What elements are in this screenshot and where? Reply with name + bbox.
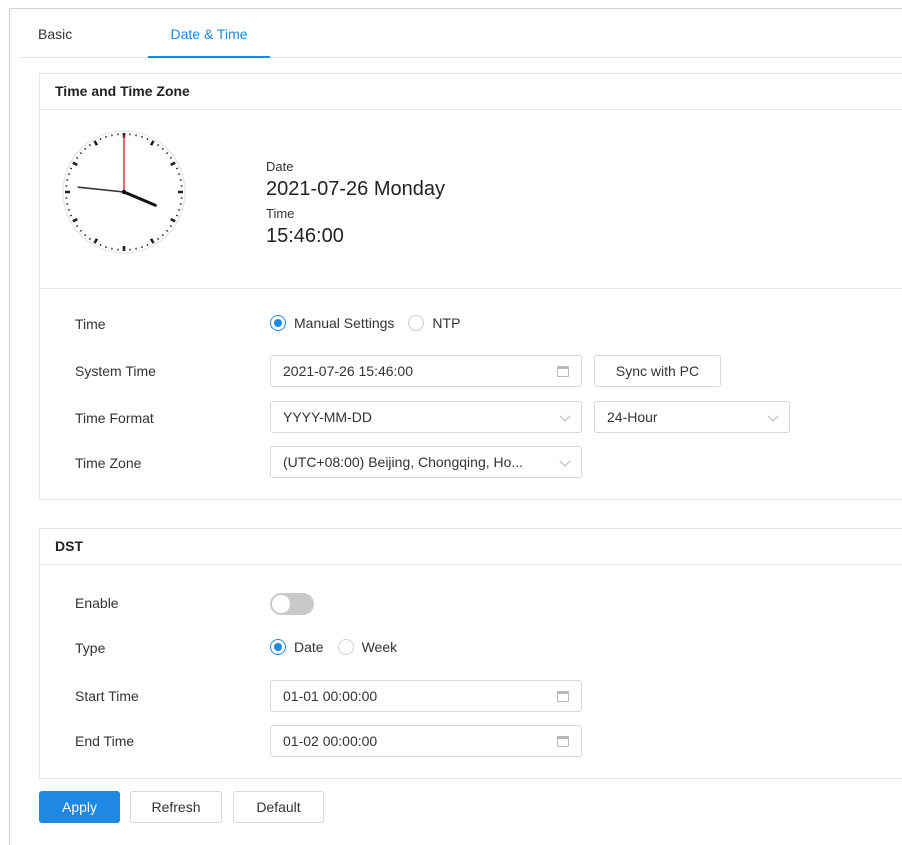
minute-tick [67, 173, 70, 175]
radio-manual-settings[interactable]: Manual Settings [270, 315, 394, 331]
time-zone-select[interactable]: (UTC+08:00) Beijing, Chongqing, Ho... [270, 446, 582, 478]
minute-tick [105, 135, 107, 138]
minute-tick [141, 246, 143, 249]
time-zone-label: Time Zone [75, 455, 142, 471]
radio-ntp[interactable]: NTP [408, 315, 460, 331]
tab-date-time[interactable]: Date & Time [148, 20, 270, 58]
time-zone-value: (UTC+08:00) Beijing, Chongqing, Ho... [283, 454, 524, 470]
calendar-icon [557, 681, 569, 711]
system-time-value: 2021-07-26 15:46:00 [283, 363, 413, 379]
clock-face-icon [62, 130, 186, 254]
sync-with-pc-button[interactable]: Sync with PC [594, 355, 721, 387]
date-format-select[interactable]: YYYY-MM-DD [270, 401, 582, 433]
radio-manual-settings-label: Manual Settings [294, 315, 395, 331]
chevron-down-icon [559, 455, 571, 467]
radio-unchecked-icon [337, 639, 354, 655]
system-time-label: System Time [75, 363, 156, 379]
dst-start-time-value: 01-01 00:00:00 [283, 688, 378, 704]
minute-tick [69, 167, 73, 170]
date-value: 2021-07-26 Monday [266, 178, 446, 200]
radio-date-label: Date [294, 639, 324, 655]
date-label: Date [266, 159, 294, 174]
analog-clock [60, 128, 188, 256]
minute-tick [99, 243, 102, 247]
dst-end-time-input[interactable]: 01-02 00:00:00 [270, 725, 582, 757]
time-format-label: Time Format [75, 410, 154, 426]
section-title-time-zone: Time and Time Zone [40, 74, 902, 110]
time-mode-label: Time [75, 316, 106, 332]
datetime-display: Date 2021-07-26 Monday Time 15:46:00 [266, 158, 445, 252]
minute-tick [175, 214, 179, 217]
minute-tick [178, 173, 181, 175]
hour-format-value: 24-Hour [607, 409, 658, 425]
toggle-knob [272, 595, 290, 613]
minute-tick [178, 209, 181, 211]
radio-week[interactable]: Week [337, 639, 398, 655]
dst-start-time-input[interactable]: 01-01 00:00:00 [270, 680, 582, 712]
radio-checked-icon [270, 639, 286, 655]
radio-ntp-label: NTP [432, 315, 461, 331]
system-time-input[interactable]: 2021-07-26 15:46:00 [270, 355, 582, 387]
minute-tick [69, 214, 73, 217]
calendar-icon [557, 356, 569, 386]
minute-tick [146, 137, 149, 141]
dst-card: DST Enable Type Date Week Start Time 01-… [39, 528, 902, 779]
apply-button[interactable]: Apply [39, 791, 120, 823]
radio-checked-icon [270, 315, 286, 331]
dst-start-time-label: Start Time [75, 688, 139, 704]
calendar-icon [557, 726, 569, 756]
dst-type-radio-group: Date Week [270, 639, 411, 655]
dst-end-time-label: End Time [75, 733, 135, 749]
minute-tick [146, 243, 149, 247]
dst-end-time-value: 01-02 00:00:00 [283, 733, 378, 749]
radio-week-label: Week [361, 639, 398, 655]
minute-tick [99, 137, 102, 141]
clock-center [121, 189, 127, 195]
time-value: 15:46:00 [266, 225, 344, 247]
dst-enable-label: Enable [75, 595, 119, 611]
radio-unchecked-icon [408, 315, 425, 331]
minute-tick [105, 246, 107, 249]
minute-tick [175, 167, 179, 170]
time-zone-card: Time and Time Zone Date 2021-07-26 Monda… [39, 73, 902, 500]
minute-tick [67, 209, 70, 211]
chevron-down-icon [559, 410, 571, 422]
time-mode-radio-group: Manual Settings NTP [270, 315, 474, 331]
tab-basic[interactable]: Basic [38, 20, 72, 58]
tab-bar: Basic Date & Time [20, 20, 902, 58]
date-format-value: YYYY-MM-DD [283, 409, 372, 425]
radio-date[interactable]: Date [270, 639, 324, 655]
dst-enable-toggle[interactable] [270, 593, 314, 615]
chevron-down-icon [767, 410, 779, 422]
section-title-dst: DST [40, 529, 902, 565]
minute-tick [141, 135, 143, 138]
dst-type-label: Type [75, 640, 106, 656]
default-button[interactable]: Default [233, 791, 324, 823]
hour-format-select[interactable]: 24-Hour [594, 401, 790, 433]
time-label: Time [266, 206, 295, 221]
refresh-button[interactable]: Refresh [130, 791, 222, 823]
divider [40, 288, 902, 289]
